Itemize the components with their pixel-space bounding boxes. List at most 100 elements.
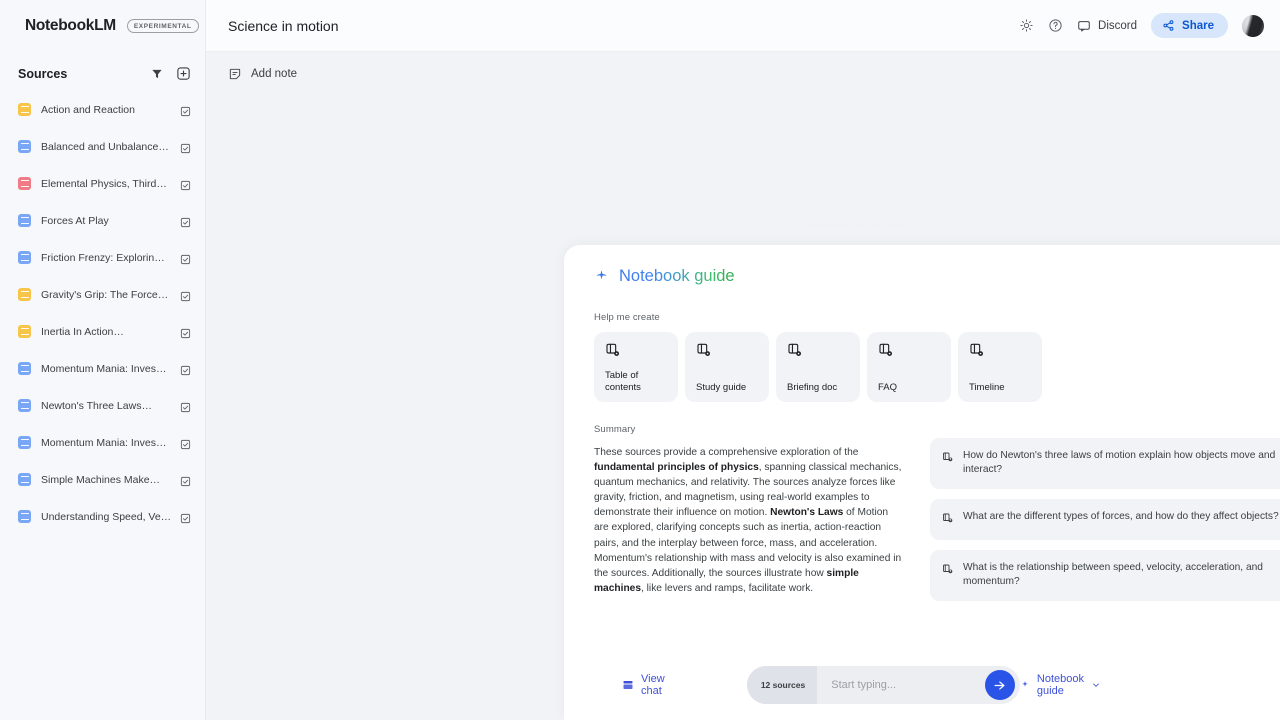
document-generate-icon [787,342,850,363]
page-title: Science in motion [228,17,339,34]
send-button[interactable] [984,670,1015,700]
source-checkbox[interactable] [180,474,191,487]
source-checkbox[interactable] [180,511,191,524]
sources-actions [150,66,191,81]
source-list-item[interactable]: Friction Frenzy: Explorin… [8,239,197,276]
suggested-question-text: How do Newton's three laws of motion exp… [963,450,1276,476]
doc-icon [18,251,31,264]
brand-name: NotebookLM [25,17,116,34]
send-arrow-icon [994,680,1005,690]
filter-icon[interactable] [150,67,164,81]
source-list-item[interactable]: Forces At Play [8,202,197,239]
spark-icon [1020,680,1030,690]
source-list-item[interactable]: Inertia In Action… [8,313,197,350]
create-card-label: Study guide [696,382,747,393]
source-list-item[interactable]: Momentum Mania: Inves… [8,350,197,387]
create-cards: Table of contents Study guide Briefing doc… [594,332,1280,402]
create-card[interactable]: Briefing doc [776,332,860,402]
sources-count-chip[interactable]: 12 sources [746,666,818,704]
add-note-label: Add note [251,68,298,80]
doc-icon [18,288,31,301]
view-chat-icon [622,679,634,691]
suggested-question[interactable]: What is the relationship between speed, … [930,549,1280,601]
suggested-question-text: What are the different types of forces, … [963,510,1279,522]
guide-title: Notebook guide [619,267,735,285]
source-name: Balanced and Unbalance… [41,140,169,153]
add-note-button[interactable]: Add note [228,67,297,81]
sources-header: Sources [0,52,205,91]
chevron-down-icon [1091,680,1101,690]
avatar[interactable] [1242,14,1264,37]
add-source-icon[interactable] [176,66,191,81]
source-list-item[interactable]: Elemental Physics, Third… [8,165,197,202]
share-button[interactable]: Share [1151,13,1228,38]
doc-icon [18,140,31,153]
source-list-item[interactable]: Understanding Speed, Ve… [8,498,197,535]
source-name: Gravity's Grip: The Force… [41,288,169,301]
question-source-icon [942,561,954,580]
view-chat-label: View chat [641,673,665,697]
notebook-guide-toggle[interactable]: Notebook guide [1020,673,1101,697]
create-card[interactable]: Table of contents [594,332,678,402]
pdf-icon [18,177,31,190]
source-list-item[interactable]: Gravity's Grip: The Force… [8,276,197,313]
summary-column: Summary These sources provide a comprehe… [594,424,904,601]
source-name: Forces At Play [41,214,109,227]
source-checkbox[interactable] [180,104,191,117]
doc-icon [18,399,31,412]
create-card[interactable]: Study guide [685,332,769,402]
create-card-label: Briefing doc [787,382,838,393]
source-checkbox[interactable] [180,215,191,228]
source-checkbox[interactable] [180,178,191,191]
source-checkbox[interactable] [180,400,191,413]
source-checkbox[interactable] [180,437,191,450]
summary-text: These sources provide a comprehensive ex… [594,447,902,594]
doc-icon [18,103,31,116]
source-list-item[interactable]: Simple Machines Make… [8,461,197,498]
source-list-item[interactable]: Momentum Mania: Inves… [8,424,197,461]
doc-icon [18,362,31,375]
chat-composer: 12 sources [746,666,1020,704]
doc-icon [18,510,31,523]
source-name: Understanding Speed, Ve… [41,510,170,523]
discord-chat-icon [1077,19,1091,33]
source-name: Inertia In Action… [41,325,124,338]
source-name: Friction Frenzy: Explorin… [41,251,165,264]
question-source-icon [942,449,954,468]
discord-button[interactable]: Discord [1077,19,1137,33]
source-checkbox[interactable] [180,363,191,376]
create-card[interactable]: Timeline [958,332,1042,402]
create-card[interactable]: FAQ [867,332,951,402]
help-circle-icon[interactable] [1048,18,1063,33]
suggested-question-text: What is the relationship between speed, … [963,561,1263,588]
suggested-question[interactable]: How do Newton's three laws of motion exp… [930,438,1280,489]
suggested-question[interactable]: What are the different types of forces, … [930,498,1280,540]
add-note-bar: Add note [206,52,1280,96]
question-source-icon [942,510,954,529]
source-list-item[interactable]: Action and Reaction [8,91,197,128]
brand-row: NotebookLM EXPERIMENTAL [0,0,205,52]
composer-bar: View chat 12 sources Notebook guide [564,664,1125,706]
document-generate-icon [969,342,1032,363]
share-icon [1162,19,1175,32]
summary-label: Summary [594,424,636,435]
source-list-item[interactable]: Balanced and Unbalance… [8,128,197,165]
guide-header: Notebook guide [594,267,1280,286]
doc-icon [18,436,31,449]
document-generate-icon [878,342,941,363]
brightness-icon[interactable] [1019,18,1034,33]
summary-row: Summary These sources provide a comprehe… [594,424,1280,601]
create-card-label: FAQ [878,382,898,393]
source-checkbox[interactable] [180,252,191,265]
spark-icon [594,269,609,284]
source-checkbox[interactable] [180,289,191,302]
doc-icon [18,214,31,227]
source-checkbox[interactable] [180,326,191,339]
source-name: Action and Reaction [41,103,135,116]
source-list-item[interactable]: Newton's Three Laws… [8,387,197,424]
suggested-questions: How do Newton's three laws of motion exp… [930,424,1280,601]
source-checkbox[interactable] [180,141,191,154]
sources-title: Sources [18,66,68,81]
view-chat-button[interactable]: View chat [622,673,669,697]
source-name: Newton's Three Laws… [41,399,152,412]
